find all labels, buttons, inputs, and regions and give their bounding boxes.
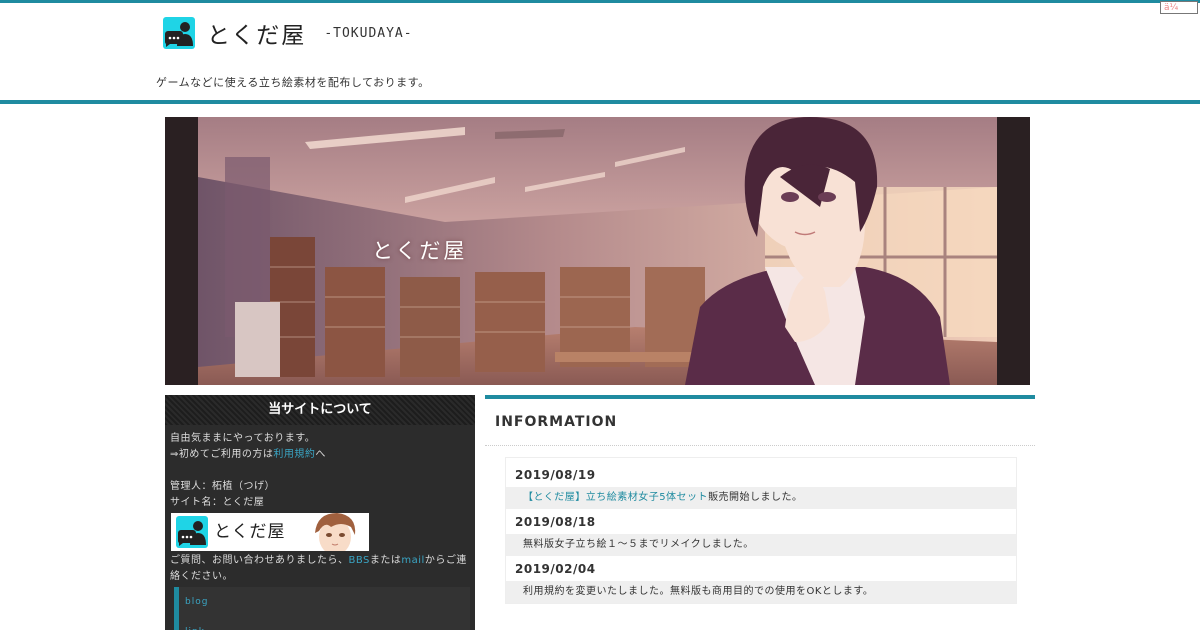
news-text: 【とくだ屋】立ち絵素材女子5体セット販売開始しました。 — [506, 487, 1016, 509]
news-list: 2019/08/19 【とくだ屋】立ち絵素材女子5体セット販売開始しました。 2… — [505, 457, 1017, 604]
news-item: 2019/02/04 利用規約を変更いたしました。無料版も商用目的での使用をOK… — [506, 556, 1016, 603]
chat-user-icon — [163, 17, 195, 49]
sidebar-site-name: サイト名：とくだ屋 — [170, 497, 265, 508]
chat-user-icon — [176, 516, 208, 548]
first-time-prefix: ⇒初めてご利用の方は — [170, 449, 274, 460]
site-banner[interactable]: とくだ屋 — [171, 513, 369, 551]
first-time-suffix: へ — [315, 449, 326, 460]
hero-title: とくだ屋 — [372, 239, 468, 263]
terms-link[interactable]: 利用規約 — [273, 449, 315, 460]
hero-banner: とくだ屋 — [165, 117, 1030, 385]
news-date: 2019/02/04 — [515, 562, 596, 576]
sidebar-about: 当サイトについて 自由気ままにやっております。 ⇒初めてご利用の方は利用規約へ … — [165, 395, 475, 630]
sidebar-link-link[interactable]: link — [179, 617, 470, 630]
bbs-link[interactable]: BBS — [349, 555, 370, 566]
sidebar-heading: 当サイトについて — [165, 395, 475, 425]
site-logo[interactable]: とくだ屋 -TOKUDAYA- — [163, 16, 413, 50]
product-link[interactable]: 【とくだ屋】立ち絵素材女子5体セット — [523, 492, 708, 503]
contact-or: または — [369, 555, 402, 566]
character-face-icon — [315, 513, 356, 551]
hero-illustration — [165, 117, 1030, 385]
site-subtitle: -TOKUDAYA- — [324, 25, 413, 41]
news-text: 無料版女子立ち絵１～５までリメイクしました。 — [506, 534, 1016, 556]
sidebar-link-list: blog link — [174, 587, 470, 630]
contact-prefix: ご質問、お問い合わせありましたら、 — [170, 555, 349, 566]
top-accent-rule — [0, 0, 1200, 3]
mail-link[interactable]: mail — [401, 555, 424, 566]
information-heading: INFORMATION — [485, 399, 1035, 446]
sidebar-contact: ご質問、お問い合わせありましたら、BBSまたはmailからご連絡ください。 — [170, 553, 470, 585]
site-title: とくだ屋 — [207, 23, 307, 49]
information-section: INFORMATION 2019/08/19 【とくだ屋】立ち絵素材女子5体セッ… — [485, 395, 1035, 604]
sidebar-intro: 自由気ままにやっております。 — [170, 433, 316, 444]
banner-text: とくだ屋 — [214, 522, 286, 542]
news-text: 利用規約を変更いたしました。無料版も商用目的での使用をOKとします。 — [506, 581, 1016, 603]
news-date: 2019/08/19 — [515, 468, 596, 482]
news-item: 2019/08/18 無料版女子立ち絵１～５までリメイクしました。 — [506, 509, 1016, 556]
header-accent-rule — [0, 100, 1200, 104]
news-item: 2019/08/19 【とくだ屋】立ち絵素材女子5体セット販売開始しました。 — [506, 462, 1016, 509]
site-tagline: ゲームなどに使える立ち絵素材を配布しております。 — [156, 76, 430, 89]
news-date: 2019/08/18 — [515, 515, 596, 529]
sidebar-admin: 管理人：柘植（つげ） — [170, 481, 275, 492]
sidebar-first-time: ⇒初めてご利用の方は利用規約へ — [170, 447, 470, 463]
sidebar-link-blog[interactable]: blog — [179, 587, 470, 617]
news-text-body: 販売開始しました。 — [708, 492, 803, 503]
corner-badge[interactable]: ä¼ — [1160, 1, 1198, 14]
